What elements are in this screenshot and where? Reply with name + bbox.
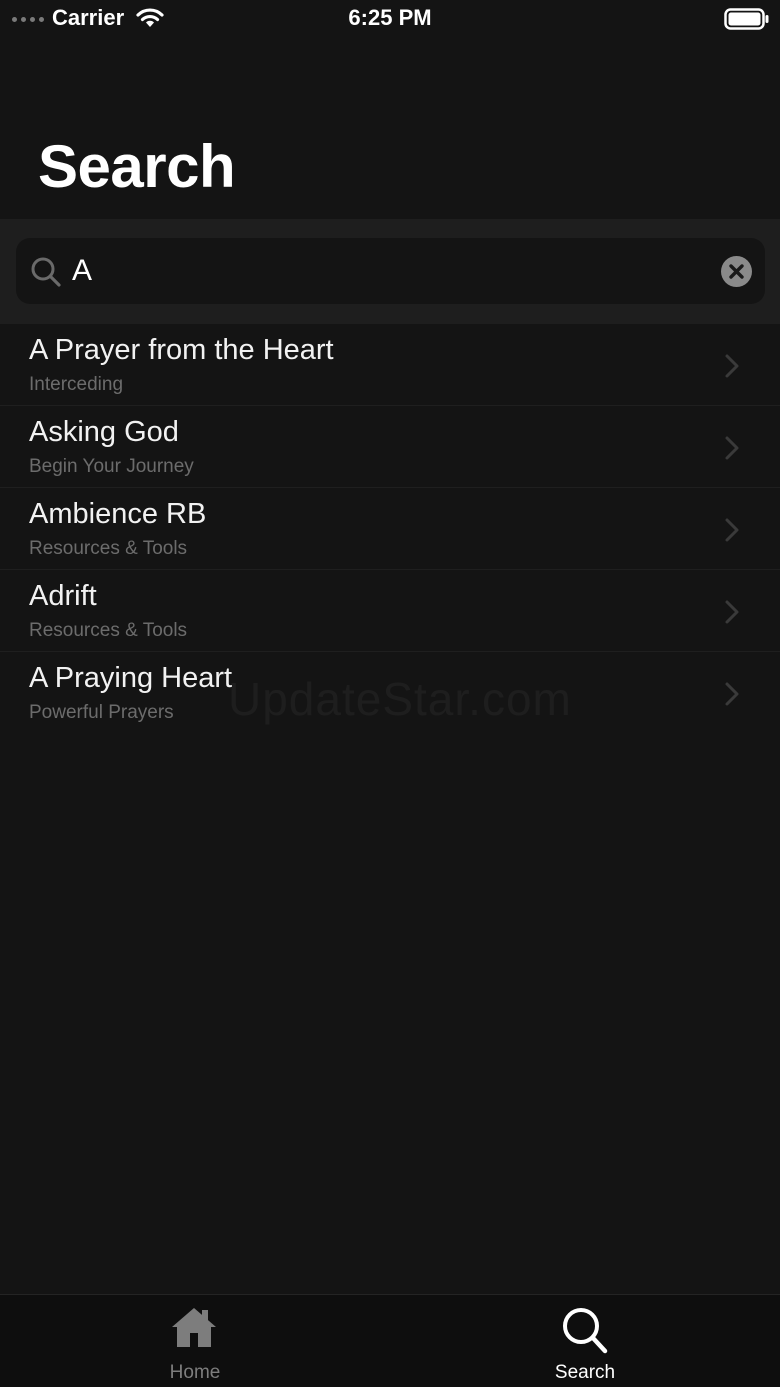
- search-screen: Carrier 6:25 PM Search A A Prayer from t…: [0, 0, 780, 1387]
- result-title: A Prayer from the Heart: [29, 334, 334, 366]
- tab-home[interactable]: Home: [0, 1295, 390, 1387]
- result-row[interactable]: Asking God Begin Your Journey: [0, 406, 780, 488]
- battery-icon: [724, 8, 769, 30]
- result-title: Adrift: [29, 580, 97, 612]
- tab-bar: Home Search: [0, 1294, 780, 1387]
- result-subtitle: Interceding: [29, 374, 124, 395]
- clear-icon[interactable]: [721, 256, 752, 287]
- search-input[interactable]: [72, 248, 702, 294]
- result-title: Asking God: [29, 416, 179, 448]
- search-icon: [31, 257, 61, 287]
- tab-search[interactable]: Search: [390, 1295, 780, 1387]
- page-title: Search: [38, 133, 236, 200]
- result-row[interactable]: Adrift Resources & Tools: [0, 570, 780, 652]
- status-bar: Carrier 6:25 PM: [0, 0, 780, 40]
- chevron-right-icon: [725, 436, 739, 460]
- result-row[interactable]: Ambience RB Resources & Tools: [0, 488, 780, 570]
- chevron-right-icon: [725, 600, 739, 624]
- search-field[interactable]: [16, 238, 765, 304]
- home-icon: [172, 1308, 216, 1347]
- result-subtitle: Begin Your Journey: [29, 456, 194, 477]
- result-subtitle: Resources & Tools: [29, 620, 188, 641]
- chevron-right-icon: [725, 354, 739, 378]
- status-time: 6:25 PM: [348, 5, 432, 30]
- result-title: A Praying Heart: [29, 662, 233, 694]
- watermark: UpdateStar.com: [228, 672, 572, 726]
- tab-label-search: Search: [554, 1362, 616, 1383]
- result-title: Ambience RB: [29, 498, 207, 530]
- chevron-right-icon: [725, 518, 739, 542]
- result-row[interactable]: A Prayer from the Heart Interceding: [0, 324, 780, 406]
- chevron-right-icon: [725, 682, 739, 706]
- result-subtitle: Powerful Prayers: [29, 702, 174, 723]
- result-subtitle: Resources & Tools: [29, 538, 188, 559]
- search-icon: [563, 1308, 608, 1354]
- search-bar-container: [0, 219, 780, 324]
- tab-label-home: Home: [169, 1362, 221, 1383]
